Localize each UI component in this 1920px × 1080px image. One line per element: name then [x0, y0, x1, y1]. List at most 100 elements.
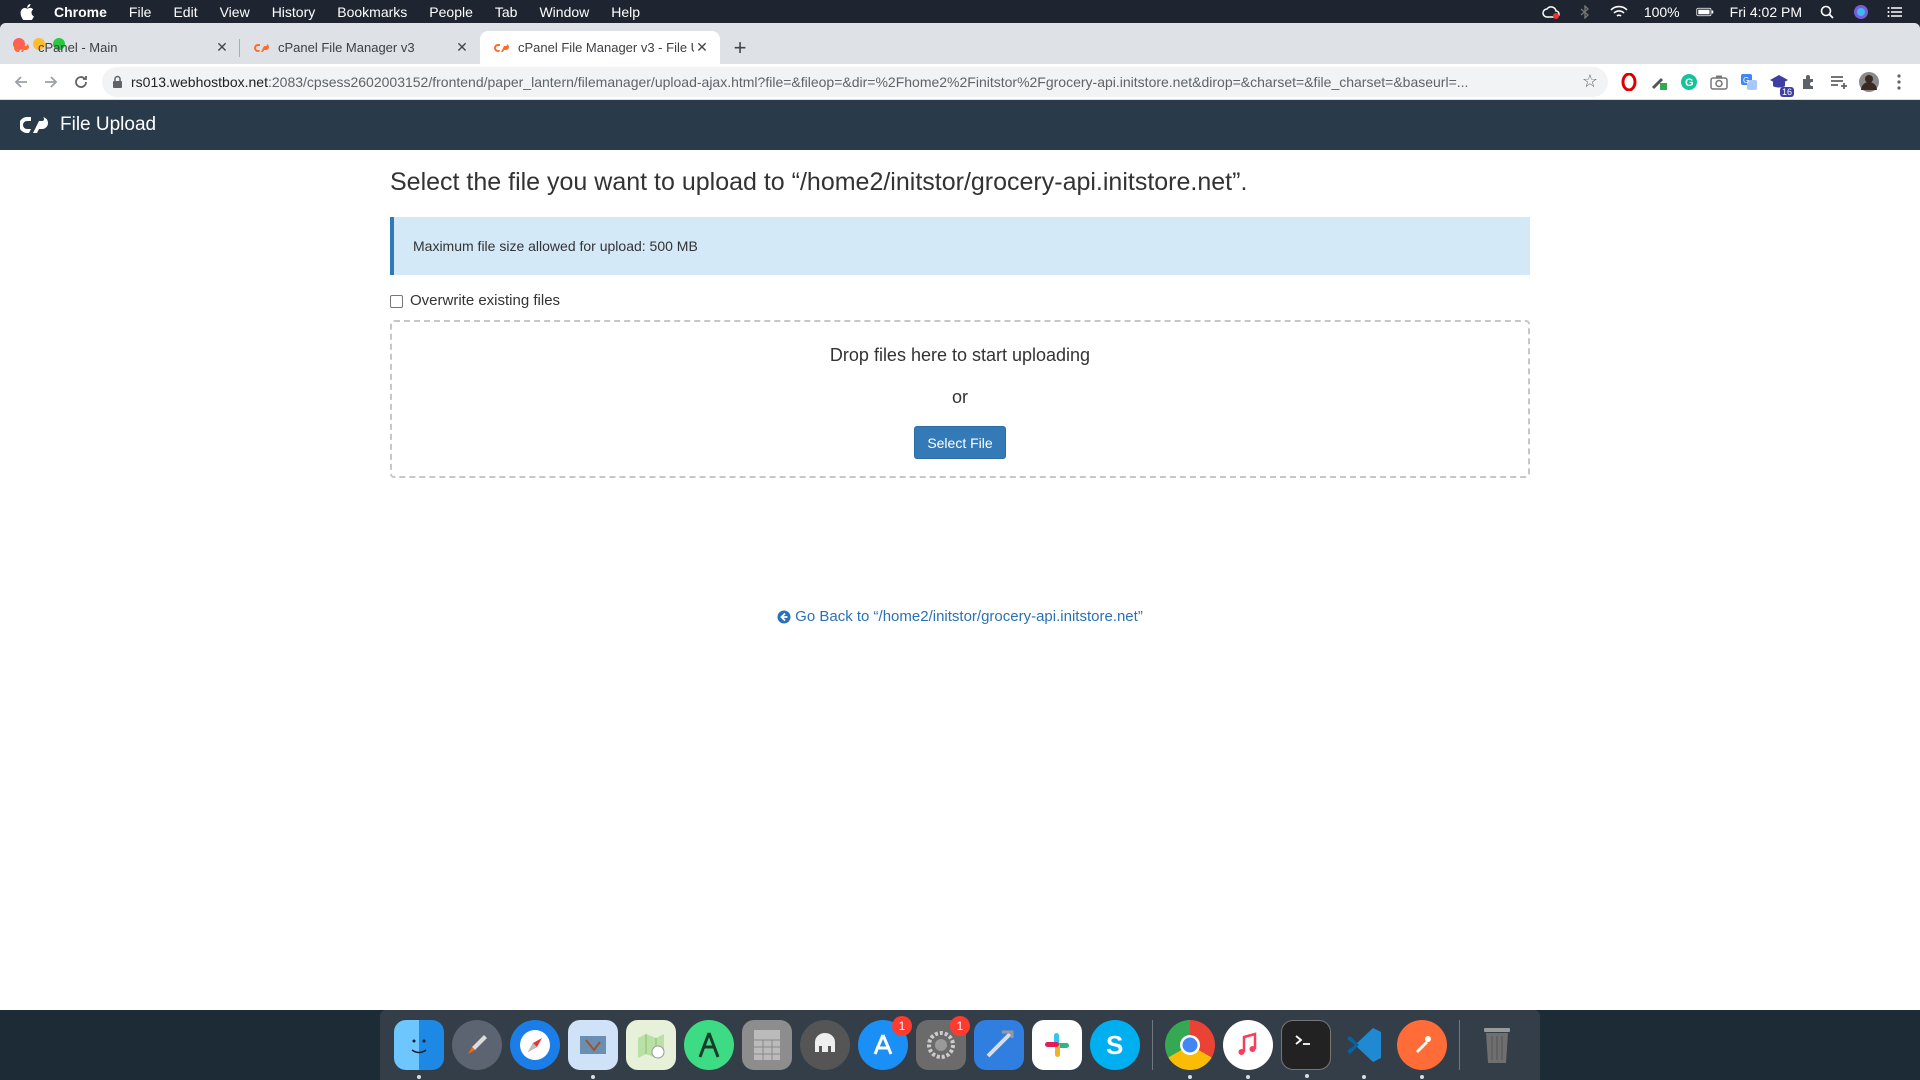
- arrow-left-icon: [14, 75, 27, 88]
- dock-separator: [1152, 1020, 1153, 1070]
- app-store-icon[interactable]: 1: [858, 1016, 912, 1070]
- forward-button[interactable]: [36, 67, 66, 97]
- overwrite-label: Overwrite existing files: [410, 292, 561, 309]
- system-preferences-badge: 1: [950, 1016, 970, 1036]
- tab-strip: cPanel - Main ✕ cPanel File Manager v3 ✕…: [0, 23, 1920, 64]
- cpanel-favicon-icon: [14, 43, 29, 52]
- lock-icon[interactable]: [112, 75, 123, 89]
- extension-badge-count: 16: [1779, 86, 1794, 97]
- wifi-icon[interactable]: [1610, 5, 1628, 19]
- drop-instructions: Drop files here to start uploading: [829, 345, 1091, 365]
- siri-icon[interactable]: [1852, 4, 1870, 19]
- calculator-icon[interactable]: [742, 1020, 792, 1070]
- battery-icon[interactable]: [1696, 5, 1714, 19]
- launchpad-icon[interactable]: [452, 1020, 502, 1070]
- tab-file-upload[interactable]: cPanel File Manager v3 - File U ✕: [480, 31, 720, 64]
- close-tab-icon[interactable]: ✕: [454, 39, 470, 56]
- menu-file[interactable]: File: [129, 4, 152, 20]
- bookmark-star-icon[interactable]: ☆: [1582, 71, 1598, 92]
- extensions-puzzle-icon[interactable]: [1796, 69, 1822, 95]
- school-extension-icon[interactable]: 16: [1766, 69, 1794, 97]
- tab-title: cPanel - Main: [38, 40, 118, 55]
- menu-clock[interactable]: Fri 4:02 PM: [1730, 4, 1802, 20]
- file-dropzone[interactable]: Drop files here to start uploading or Se…: [390, 320, 1530, 478]
- back-button[interactable]: [6, 67, 36, 97]
- safari-icon[interactable]: [510, 1020, 560, 1070]
- vscode-icon[interactable]: [1339, 1020, 1389, 1079]
- svg-text:G: G: [1743, 76, 1749, 85]
- trash-icon[interactable]: [1472, 1020, 1522, 1070]
- new-tab-button[interactable]: +: [726, 34, 754, 62]
- mail-icon[interactable]: [568, 1020, 618, 1079]
- spotlight-search-icon[interactable]: [1818, 5, 1836, 19]
- android-studio-icon[interactable]: [684, 1020, 734, 1070]
- browser-window: cPanel - Main ✕ cPanel File Manager v3 ✕…: [0, 23, 1920, 1010]
- bluetooth-icon[interactable]: [1576, 4, 1594, 19]
- menu-help[interactable]: Help: [611, 4, 640, 20]
- menu-app-chrome[interactable]: Chrome: [54, 4, 107, 20]
- chrome-menu-icon[interactable]: [1886, 69, 1912, 95]
- xcode-icon[interactable]: [974, 1020, 1024, 1070]
- or-separator: or: [951, 387, 968, 407]
- menu-history[interactable]: History: [272, 4, 316, 20]
- system-preferences-icon[interactable]: 1: [916, 1016, 970, 1070]
- tab-title: cPanel File Manager v3 - File U: [518, 40, 694, 55]
- running-indicator: [1420, 1075, 1424, 1079]
- select-file-button[interactable]: Select File: [914, 426, 1006, 459]
- postman-icon[interactable]: [1397, 1020, 1447, 1079]
- camera-extension-icon[interactable]: [1706, 69, 1732, 95]
- max-size-text: Maximum file size allowed for upload: 50…: [413, 238, 698, 254]
- menu-people[interactable]: People: [429, 4, 473, 20]
- close-tab-icon[interactable]: ✕: [694, 39, 710, 56]
- arrow-right-icon: [45, 75, 58, 88]
- profile-avatar[interactable]: [1856, 69, 1882, 95]
- page-title: File Upload: [60, 114, 157, 135]
- creative-cloud-icon[interactable]: [1542, 5, 1560, 19]
- address-url: rs013.webhostbox.net:2083/cpsess26020031…: [131, 74, 1574, 90]
- chrome-icon[interactable]: [1165, 1020, 1215, 1079]
- go-back-link[interactable]: Go Back to “/home2/initstor/grocery-api.…: [390, 608, 1530, 625]
- color-picker-extension-icon[interactable]: [1646, 69, 1672, 95]
- overwrite-option[interactable]: Overwrite existing files: [390, 292, 1530, 309]
- app-store-badge: 1: [892, 1016, 912, 1036]
- upload-content: Select the file you want to upload to “/…: [390, 150, 1530, 625]
- menu-bookmarks[interactable]: Bookmarks: [337, 4, 407, 20]
- close-tab-icon[interactable]: ✕: [214, 39, 230, 56]
- opera-extension-icon[interactable]: [1616, 69, 1642, 95]
- browser-toolbar: rs013.webhostbox.net:2083/cpsess26020031…: [0, 64, 1920, 100]
- address-bar[interactable]: rs013.webhostbox.net:2083/cpsess26020031…: [102, 66, 1608, 97]
- url-path: :2083/cpsess2602003152/frontend/paper_la…: [267, 73, 1469, 90]
- maps-icon[interactable]: [626, 1020, 676, 1070]
- max-size-alert: Maximum file size allowed for upload: 50…: [390, 217, 1530, 275]
- menu-view[interactable]: View: [220, 4, 250, 20]
- terminal-icon[interactable]: [1281, 1020, 1331, 1078]
- cpanel-logo-icon[interactable]: [20, 114, 50, 136]
- dock-separator: [1459, 1020, 1460, 1070]
- grammarly-extension-icon[interactable]: G: [1676, 69, 1702, 95]
- finder-icon[interactable]: [394, 1020, 444, 1079]
- reading-list-icon[interactable]: [1826, 69, 1852, 95]
- overwrite-checkbox[interactable]: [390, 295, 403, 308]
- cpanel-favicon-icon: [254, 43, 269, 52]
- url-host: rs013.webhostbox.net: [131, 73, 268, 90]
- tab-title: cPanel File Manager v3: [278, 40, 415, 55]
- tab-file-manager[interactable]: cPanel File Manager v3 ✕: [240, 31, 480, 64]
- go-back-text: Go Back to “/home2/initstor/grocery-api.…: [795, 608, 1143, 625]
- translate-extension-icon[interactable]: G: [1736, 69, 1762, 95]
- music-icon[interactable]: [1223, 1020, 1273, 1079]
- tab-cpanel-main[interactable]: cPanel - Main ✕: [0, 31, 240, 64]
- slack-icon[interactable]: [1032, 1020, 1082, 1070]
- menu-window[interactable]: Window: [539, 4, 589, 20]
- tableplus-elephant-icon[interactable]: [800, 1020, 850, 1070]
- apple-icon[interactable]: [20, 3, 40, 20]
- reload-icon: [75, 75, 87, 88]
- skype-icon[interactable]: S: [1090, 1020, 1140, 1070]
- macos-menu-bar: Chrome File Edit View History Bookmarks …: [0, 0, 1920, 23]
- running-indicator: [1188, 1075, 1192, 1079]
- reload-button[interactable]: [66, 67, 96, 97]
- menu-edit[interactable]: Edit: [173, 4, 197, 20]
- battery-percent: 100%: [1643, 3, 1680, 20]
- notification-center-icon[interactable]: [1886, 5, 1904, 19]
- running-indicator: [591, 1075, 595, 1079]
- menu-tab[interactable]: Tab: [495, 4, 518, 20]
